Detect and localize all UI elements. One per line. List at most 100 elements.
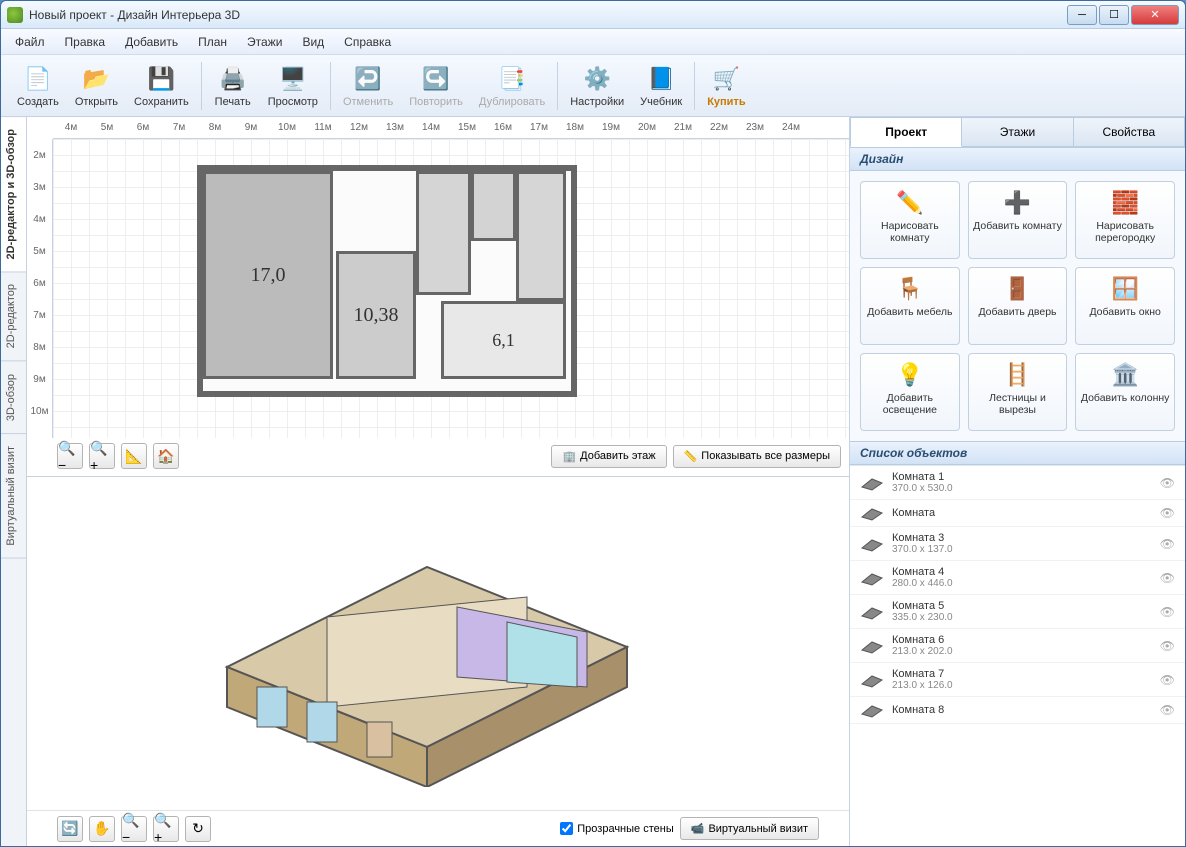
3d-view[interactable]: 🔄 ✋ 🔍− 🔍+ ↻ Прозрачные стены 📹Виртуальны… (27, 477, 849, 846)
vtab-Виртуальный визит[interactable]: Виртуальный визит (1, 434, 26, 559)
new-file-label: Создать (17, 96, 59, 108)
home-view-button[interactable]: 🏠 (153, 443, 179, 469)
rtab-Свойства[interactable]: Свойства (1074, 117, 1185, 147)
undo-button: ↩️Отменить (335, 62, 401, 110)
save-file-icon: 💾 (146, 64, 176, 94)
draw-partition-card[interactable]: 🧱Нарисовать перегородку (1075, 181, 1175, 259)
preview-label: Просмотр (268, 96, 318, 108)
room-3[interactable] (416, 171, 471, 295)
right-tabs: ПроектЭтажиСвойства (850, 117, 1185, 147)
draw-room-card[interactable]: ✏️Нарисовать комнату (860, 181, 960, 259)
add-column-card[interactable]: 🏛️Добавить колонну (1075, 353, 1175, 431)
menu-Правка[interactable]: Правка (57, 32, 114, 52)
object-row[interactable]: Комната 6213.0 x 202.0👁 (850, 629, 1185, 663)
menu-Файл[interactable]: Файл (7, 32, 53, 52)
object-row[interactable]: Комната 4280.0 x 446.0👁 (850, 561, 1185, 595)
vtab-2D-редактор и 3D-обзор[interactable]: 2D-редактор и 3D-обзор (1, 117, 26, 272)
object-row[interactable]: Комната 1370.0 x 530.0👁 (850, 466, 1185, 500)
zoom-in-button[interactable]: 🔍+ (89, 443, 115, 469)
titlebar: Новый проект - Дизайн Интерьера 3D ─ ☐ ✕ (1, 1, 1185, 29)
tutorial-button[interactable]: 📘 Учебник (632, 62, 690, 110)
room-2[interactable]: 10,38 (336, 251, 416, 379)
design-section-header: Дизайн (850, 147, 1185, 171)
add-room-card[interactable]: ➕Добавить комнату (968, 181, 1068, 259)
print-icon: 🖨️ (218, 64, 248, 94)
buy-button[interactable]: 🛒Купить (699, 62, 753, 110)
right-panel: ПроектЭтажиСвойства Дизайн ✏️Нарисовать … (849, 117, 1185, 846)
save-file-button[interactable]: 💾 Сохранить (126, 62, 197, 110)
zoom-in-3d-button[interactable]: 🔍+ (153, 816, 179, 842)
preview-icon: 🖥️ (278, 64, 308, 94)
buy-icon: 🛒 (711, 64, 741, 94)
open-file-button[interactable]: 📂Открыть (67, 62, 126, 110)
room-icon (860, 672, 884, 688)
duplicate-button: 📑Дублировать (471, 62, 553, 110)
room-icon (860, 638, 884, 654)
new-file-button[interactable]: 📄 Создать (9, 62, 67, 110)
visibility-toggle[interactable]: 👁 (1160, 476, 1175, 490)
measure-button[interactable]: 📐 (121, 443, 147, 469)
menu-Справка[interactable]: Справка (336, 32, 399, 52)
room-icon (860, 604, 884, 620)
preview-button[interactable]: 🖥️ Просмотр (260, 62, 326, 110)
save-file-label: Сохранить (134, 96, 189, 108)
reset-3d-button[interactable]: ↻ (185, 816, 211, 842)
visibility-toggle[interactable]: 👁 (1160, 571, 1175, 585)
room-4[interactable] (471, 171, 516, 241)
object-row[interactable]: Комната 8👁 (850, 697, 1185, 724)
2d-plan-view[interactable]: 4м5м6м7м8м9м10м11м12м13м14м15м16м17м18м1… (27, 117, 849, 477)
add-light-card[interactable]: 💡Добавить освещение (860, 353, 960, 431)
rtab-Проект[interactable]: Проект (850, 117, 962, 147)
settings-button[interactable]: ⚙️Настройки (562, 62, 632, 110)
visibility-toggle[interactable]: 👁 (1160, 673, 1175, 687)
room-1[interactable]: 17,0 (203, 171, 333, 379)
room-icon (860, 536, 884, 552)
visibility-toggle[interactable]: 👁 (1160, 506, 1175, 520)
stairs-card[interactable]: 🪜Лестницы и вырезы (968, 353, 1068, 431)
object-row[interactable]: Комната👁 (850, 500, 1185, 527)
add-furniture-card[interactable]: 🪑Добавить мебель (860, 267, 960, 345)
zoom-out-3d-button[interactable]: 🔍− (121, 816, 147, 842)
visibility-toggle[interactable]: 👁 (1160, 605, 1175, 619)
visibility-toggle[interactable]: 👁 (1160, 703, 1175, 717)
room-6[interactable]: 6,1 (441, 301, 566, 379)
vtab-3D-обзор[interactable]: 3D-обзор (1, 362, 26, 434)
menu-Добавить[interactable]: Добавить (117, 32, 186, 52)
maximize-button[interactable]: ☐ (1099, 5, 1129, 25)
orbit-button[interactable]: 🔄 (57, 816, 83, 842)
add-window-card[interactable]: 🪟Добавить окно (1075, 267, 1175, 345)
object-row[interactable]: Комната 7213.0 x 126.0👁 (850, 663, 1185, 697)
menu-План[interactable]: План (190, 32, 235, 52)
room-5[interactable] (516, 171, 566, 301)
print-button[interactable]: 🖨️Печать (206, 62, 260, 110)
redo-icon: ↪️ (421, 64, 451, 94)
menu-Этажи[interactable]: Этажи (239, 32, 290, 52)
transparent-walls-checkbox[interactable]: Прозрачные стены (560, 822, 673, 835)
object-row[interactable]: Комната 5335.0 x 230.0👁 (850, 595, 1185, 629)
tutorial-icon: 📘 (646, 64, 676, 94)
tutorial-label: Учебник (640, 96, 682, 108)
add-window-icon: 🪟 (1110, 274, 1140, 304)
visibility-toggle[interactable]: 👁 (1160, 537, 1175, 551)
zoom-out-button[interactable]: 🔍− (57, 443, 83, 469)
new-file-icon: 📄 (23, 64, 53, 94)
stairs-icon: 🪜 (1002, 360, 1032, 390)
rtab-Этажи[interactable]: Этажи (962, 117, 1073, 147)
floorplan[interactable]: 17,0 10,38 6,1 (197, 165, 577, 397)
virtual-visit-button[interactable]: 📹Виртуальный визит (680, 817, 819, 840)
add-door-card[interactable]: 🚪Добавить дверь (968, 267, 1068, 345)
visibility-toggle[interactable]: 👁 (1160, 639, 1175, 653)
add-floor-button[interactable]: 🏢Добавить этаж (551, 445, 666, 468)
draw-room-icon: ✏️ (895, 188, 925, 218)
3d-isometric-view[interactable] (27, 477, 849, 810)
pan-button[interactable]: ✋ (89, 816, 115, 842)
show-dimensions-button[interactable]: 📏Показывать все размеры (673, 445, 841, 468)
object-list[interactable]: Комната 1370.0 x 530.0👁Комната👁Комната 3… (850, 465, 1185, 846)
ruler-vertical: 2м3м4м5м6м7м8м9м10м (27, 139, 53, 438)
object-row[interactable]: Комната 3370.0 x 137.0👁 (850, 527, 1185, 561)
vtab-2D-редактор[interactable]: 2D-редактор (1, 272, 26, 361)
close-button[interactable]: ✕ (1131, 5, 1179, 25)
menu-Вид[interactable]: Вид (294, 32, 332, 52)
view-tabs: 2D-редактор и 3D-обзор2D-редактор3D-обзо… (1, 117, 27, 846)
minimize-button[interactable]: ─ (1067, 5, 1097, 25)
